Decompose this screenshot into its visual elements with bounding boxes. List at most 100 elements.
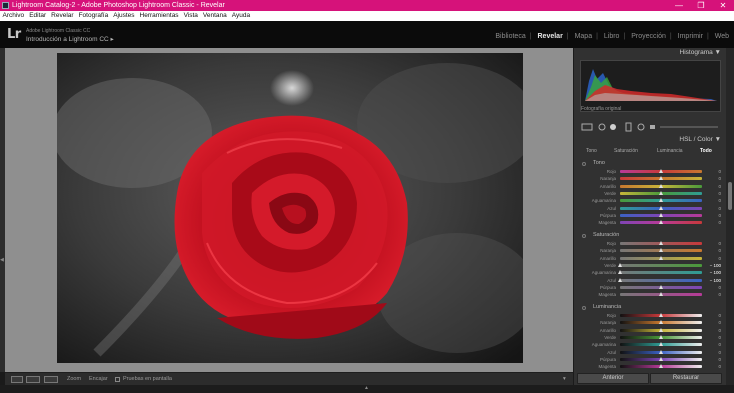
slider-value[interactable]: 0 [704, 219, 721, 226]
slider-tono-0[interactable]: Rojo 0 [580, 168, 721, 175]
slider-thumb[interactable] [659, 220, 663, 225]
minimize-button[interactable]: — [668, 0, 690, 11]
module-proyeccion[interactable]: Proyección [631, 33, 666, 40]
menu-archivo[interactable]: Archivo [0, 11, 27, 21]
slider-value[interactable]: 0 [704, 247, 721, 254]
slider-value[interactable]: 0 [704, 240, 721, 247]
menu-ventana[interactable]: Ventana [200, 11, 229, 21]
slider-track[interactable] [620, 271, 702, 275]
slider-thumb[interactable] [659, 169, 663, 173]
slider-luminancia-0[interactable]: Rojo 0 [580, 312, 721, 319]
slider-thumb[interactable] [659, 212, 663, 217]
slider-tono-4[interactable]: Aguamarina 0 [580, 197, 721, 204]
right-panel-scrollbar[interactable] [726, 48, 734, 385]
slider-thumb[interactable] [659, 176, 663, 181]
slider-thumb[interactable] [659, 327, 663, 332]
slider-thumb[interactable] [618, 262, 622, 267]
slider-luminancia-6[interactable]: Púrpura 0 [580, 356, 721, 363]
reset-button[interactable]: Restaurar [650, 373, 722, 384]
maximize-button[interactable]: ❐ [690, 0, 712, 11]
module-mapa[interactable]: Mapa [575, 33, 593, 40]
slider-value[interactable]: 0 [704, 291, 721, 298]
slider-value[interactable]: − 100 [704, 277, 721, 284]
slider-value[interactable]: − 100 [704, 269, 721, 276]
rose-photo[interactable] [57, 53, 523, 363]
slider-luminancia-7[interactable]: Magenta 0 [580, 363, 721, 370]
slider-value[interactable]: 0 [704, 183, 721, 190]
menu-fotografia[interactable]: Fotografía [76, 11, 111, 21]
close-button[interactable]: ✕ [712, 0, 734, 11]
slider-saturacion-6[interactable]: Púrpura 0 [580, 284, 721, 291]
scroll-thumb[interactable] [728, 182, 732, 210]
slider-thumb[interactable] [618, 277, 622, 282]
menu-editar[interactable]: Editar [27, 11, 49, 21]
slider-value[interactable]: 0 [704, 190, 721, 197]
loupe-view-icon[interactable] [11, 376, 23, 383]
slider-value[interactable]: 0 [704, 327, 721, 334]
slider-thumb[interactable] [659, 248, 663, 253]
module-biblioteca[interactable]: Biblioteca [495, 33, 525, 40]
slider-thumb[interactable] [659, 241, 663, 245]
module-revelar[interactable]: Revelar [538, 33, 563, 40]
slider-thumb[interactable] [659, 349, 663, 354]
slider-thumb[interactable] [659, 364, 663, 369]
slider-thumb[interactable] [659, 205, 663, 210]
slider-luminancia-1[interactable]: Naranja 0 [580, 319, 721, 326]
slider-thumb[interactable] [659, 342, 663, 347]
hsl-header[interactable]: HSL / Color ▼ [580, 136, 721, 143]
slider-tono-3[interactable]: Verde 0 [580, 190, 721, 197]
slider-saturacion-5[interactable]: Azul − 100 [580, 277, 721, 284]
slider-thumb[interactable] [659, 284, 663, 289]
slider-tono-2[interactable]: Amarillo 0 [580, 183, 721, 190]
slider-value[interactable]: 0 [704, 284, 721, 291]
tab-tono[interactable]: Tono [586, 148, 597, 154]
tab-saturacion[interactable]: Saturación [614, 148, 638, 154]
toolbar-menu-icon[interactable]: ▾ [563, 376, 566, 382]
slider-thumb[interactable] [618, 270, 622, 275]
slider-luminancia-5[interactable]: Azul 0 [580, 349, 721, 356]
slider-saturacion-1[interactable]: Naranja 0 [580, 247, 721, 254]
slider-luminancia-2[interactable]: Amarillo 0 [580, 327, 721, 334]
slider-value[interactable]: 0 [704, 205, 721, 212]
slider-track[interactable] [620, 278, 702, 282]
histogram-header[interactable]: Histograma ▼ [580, 49, 721, 56]
menu-ajustes[interactable]: Ajustes [111, 11, 137, 21]
slider-thumb[interactable] [659, 320, 663, 325]
slider-tono-6[interactable]: Púrpura 0 [580, 212, 721, 219]
slider-luminancia-4[interactable]: Aguamarina 0 [580, 341, 721, 348]
slider-thumb[interactable] [659, 292, 663, 297]
module-libro[interactable]: Libro [604, 33, 620, 40]
slider-value[interactable]: − 100 [704, 262, 721, 269]
slider-tono-1[interactable]: Naranja 0 [580, 175, 721, 182]
tab-luminancia[interactable]: Luminancia [657, 148, 683, 154]
module-imprimir[interactable]: Imprimir [678, 33, 703, 40]
previous-button[interactable]: Anterior [577, 373, 649, 384]
slider-value[interactable]: 0 [704, 349, 721, 356]
slider-value[interactable]: 0 [704, 319, 721, 326]
slider-value[interactable]: 0 [704, 356, 721, 363]
section-toggle-saturacion[interactable] [582, 234, 586, 238]
slider-thumb[interactable] [659, 190, 663, 195]
slider-value[interactable]: 0 [704, 175, 721, 182]
filmstrip-toggle[interactable]: ▲ [0, 385, 734, 393]
slider-value[interactable]: 0 [704, 168, 721, 175]
slider-value[interactable]: 0 [704, 197, 721, 204]
menu-ayuda[interactable]: Ayuda [229, 11, 252, 21]
slider-saturacion-4[interactable]: Aguamarina − 100 [580, 269, 721, 276]
slider-thumb[interactable] [659, 356, 663, 361]
module-web[interactable]: Web [715, 33, 729, 40]
identity-title[interactable]: Introducción a Lightroom CC ▸ [26, 35, 114, 43]
slider-thumb[interactable] [659, 198, 663, 203]
slider-value[interactable]: 0 [704, 312, 721, 319]
proof-checkbox[interactable] [115, 377, 120, 382]
slider-saturacion-3[interactable]: Verde − 100 [580, 262, 721, 269]
before-after-split-icon[interactable] [44, 376, 58, 383]
slider-thumb[interactable] [659, 255, 663, 260]
section-toggle-luminancia[interactable] [582, 306, 586, 310]
menu-herramientas[interactable]: Herramientas [137, 11, 181, 21]
slider-value[interactable]: 0 [704, 341, 721, 348]
stamp-label[interactable]: Encajar [89, 376, 108, 382]
before-after-icon[interactable] [26, 376, 40, 383]
menu-revelar[interactable]: Revelar [49, 11, 76, 21]
slider-value[interactable]: 0 [704, 255, 721, 262]
